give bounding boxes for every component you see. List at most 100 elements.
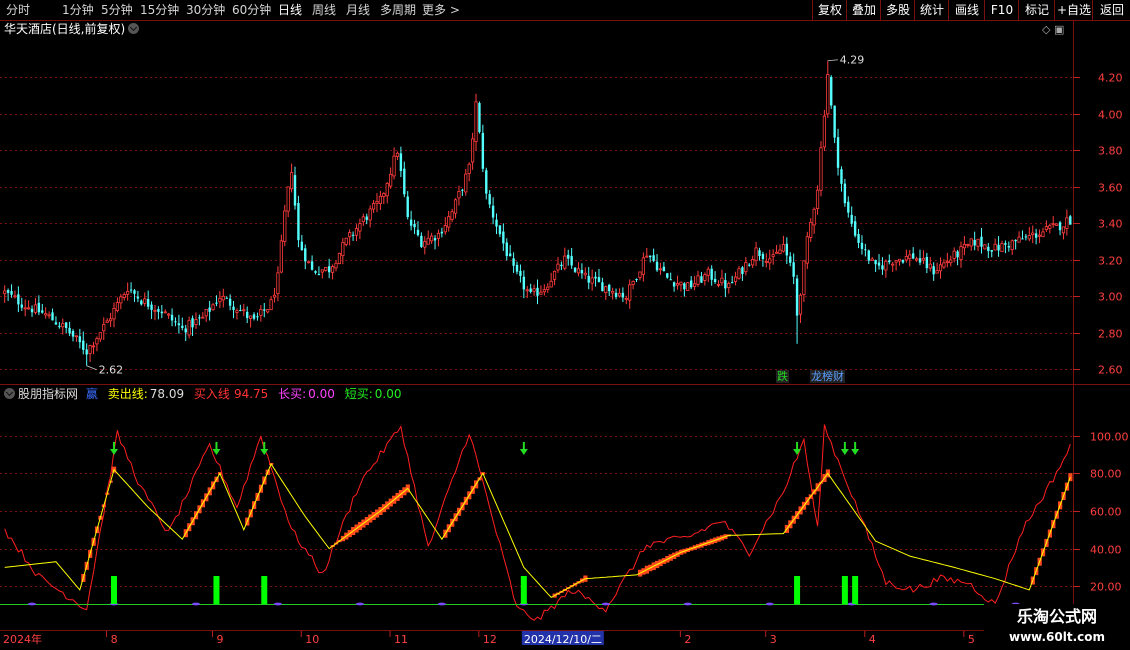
candle-body <box>218 297 222 303</box>
dragon-list-finance-badge[interactable]: 龙榜财 <box>810 370 845 383</box>
candle-body <box>157 309 160 312</box>
annotation-leader <box>827 59 838 62</box>
candle-body <box>358 223 362 232</box>
price-tick-label: 4.00 <box>1098 109 1123 122</box>
candle-body <box>440 231 444 234</box>
candle-body <box>27 307 31 310</box>
candle-body <box>1021 238 1024 240</box>
candle-body <box>1004 243 1007 245</box>
candle-body <box>413 223 416 228</box>
candle-body <box>748 264 751 266</box>
candle-body <box>570 256 573 266</box>
candle-body <box>860 242 864 249</box>
signal-bar <box>841 576 848 604</box>
watermark-url: www.60lt.com <box>1008 630 1106 644</box>
candle-body <box>935 270 939 274</box>
candle-body <box>129 289 133 291</box>
highlighted-date-label: 2024/12/10/二 <box>524 633 602 646</box>
sell-line-label: 卖出线: <box>107 387 148 401</box>
candle-body <box>525 289 529 292</box>
candle-body <box>993 243 997 251</box>
candle-body <box>371 203 376 210</box>
stock-chart: 2.62 4.29 2.60 2.80 3.00 3.20 3.40 3.60 3.80 4.0… <box>0 20 1130 646</box>
candle-body <box>649 255 652 258</box>
candle-body <box>888 260 891 263</box>
chevron-down-icon[interactable] <box>128 23 140 34</box>
candle-body <box>706 268 710 276</box>
candle-body <box>959 246 963 260</box>
candle-body <box>689 280 693 288</box>
candle-body <box>314 271 317 273</box>
candle-body <box>150 304 153 310</box>
candle-body <box>604 286 608 294</box>
candle-body <box>918 258 922 263</box>
window-icon[interactable]: ▣ <box>1054 23 1064 36</box>
candle-body <box>409 219 413 226</box>
indicator-tick-label: 40.00 <box>1090 544 1122 557</box>
candle-body <box>242 309 246 312</box>
candle-body <box>700 276 703 283</box>
indicator-name[interactable]: 股朋指标网 <box>18 387 78 401</box>
candle-body <box>375 201 379 204</box>
candle-body <box>710 268 713 280</box>
baseline-dot <box>765 602 774 606</box>
candle-body <box>283 210 287 243</box>
candle-body <box>826 74 830 115</box>
candle-body <box>938 264 943 272</box>
candle-body <box>385 182 389 197</box>
candle-body <box>921 257 926 261</box>
candle-body <box>170 314 174 321</box>
candle-body <box>1007 246 1011 248</box>
candle-body <box>143 298 147 304</box>
candle-body <box>64 322 68 328</box>
candle-body <box>987 246 990 252</box>
candle-body <box>904 255 908 261</box>
drop-badge[interactable]: 跌 <box>776 370 789 383</box>
candle-body <box>211 304 215 311</box>
baseline-dot <box>437 602 446 606</box>
candle-body <box>693 283 697 287</box>
candle-body <box>956 251 959 258</box>
candle-body <box>590 277 594 284</box>
candle-body <box>163 311 167 314</box>
buy-line-label: 买入线 <box>193 387 230 401</box>
candle-body <box>495 219 498 227</box>
long-buy-value: 0.00 <box>308 387 335 401</box>
candle-body <box>341 242 345 257</box>
candle-body <box>337 252 342 265</box>
candle-body <box>1044 226 1048 231</box>
candle-body <box>47 314 51 317</box>
candle-body <box>737 268 741 279</box>
candle-body <box>1041 231 1045 238</box>
candle-body <box>830 76 833 106</box>
candle-body <box>686 282 690 291</box>
candle-body <box>1017 236 1021 243</box>
candle-body <box>266 309 270 313</box>
candle-body <box>272 294 277 298</box>
candle-body <box>348 232 352 238</box>
price-tick-label: 3.40 <box>1098 218 1123 231</box>
signal-bar <box>520 576 527 604</box>
candle-body <box>952 250 956 259</box>
candle-body <box>870 258 874 261</box>
x-tick-label: 5 <box>968 633 975 646</box>
candle-body <box>1037 234 1042 237</box>
candle-body <box>519 270 522 276</box>
candle-body <box>884 260 888 271</box>
candle-body <box>608 284 611 292</box>
chevron-down-icon[interactable] <box>4 388 15 399</box>
candle-body <box>867 250 870 261</box>
candle-body <box>126 290 130 295</box>
candle-body <box>112 308 116 320</box>
diamond-icon[interactable]: ◇ <box>1042 23 1050 36</box>
candle-body <box>761 253 765 259</box>
candle-body <box>802 260 806 295</box>
candle-body <box>774 251 779 254</box>
candle-body <box>1031 232 1035 236</box>
candle-body <box>481 132 485 169</box>
candle-body <box>41 310 44 313</box>
candle-body <box>105 320 109 323</box>
baseline-dot <box>683 602 692 606</box>
candle-body <box>3 290 7 295</box>
price-tick-label: 2.60 <box>1098 364 1123 377</box>
